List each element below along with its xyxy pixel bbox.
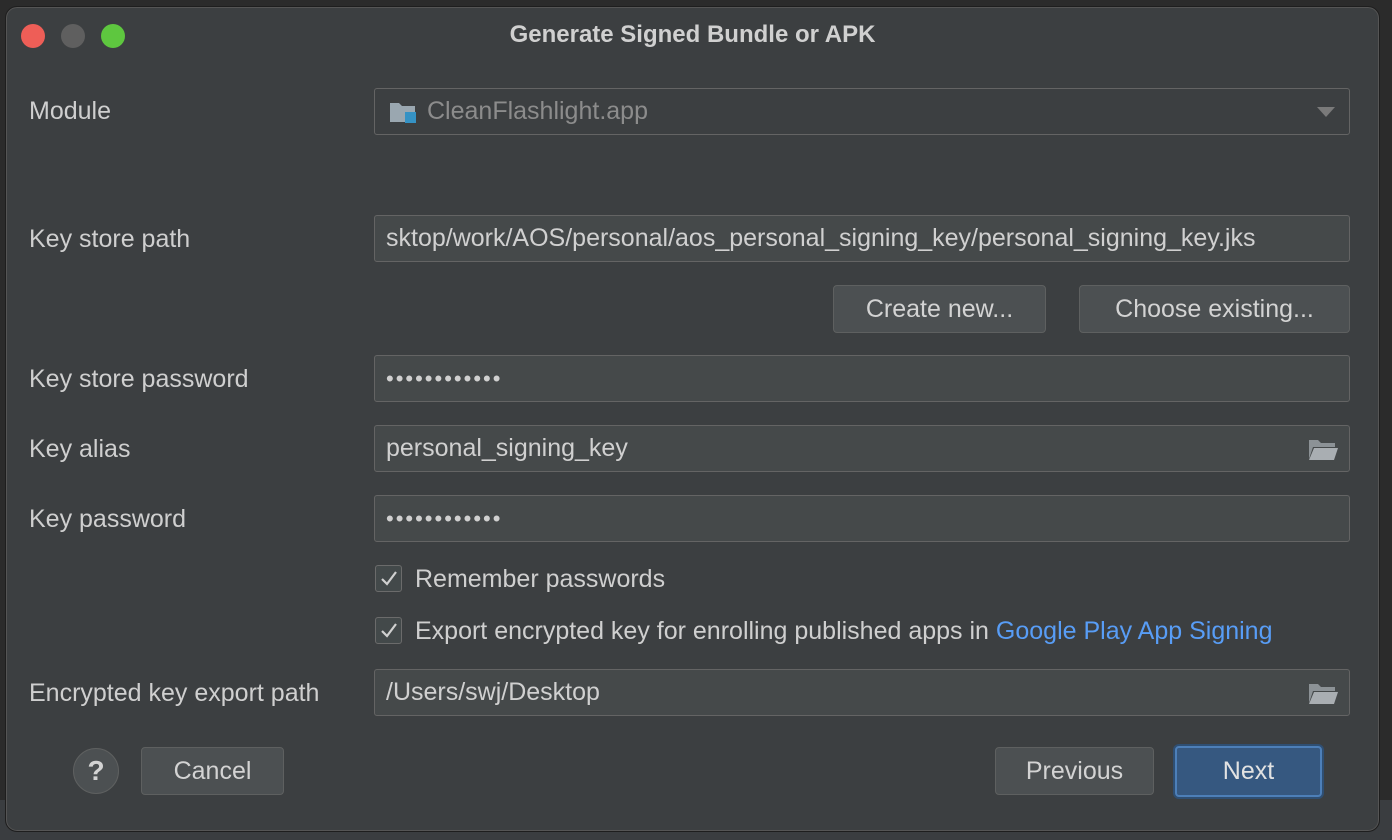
export-path-value: /Users/swj/Desktop [386,678,600,706]
google-play-app-signing-link[interactable]: Google Play App Signing [996,617,1273,645]
checkmark-icon [381,571,397,586]
module-label: Module [29,97,111,125]
key-password-label: Key password [29,505,187,533]
keystore-password-value: •••••••••••• [386,366,503,391]
folder-open-icon[interactable] [1307,680,1339,706]
keystore-password-input[interactable]: •••••••••••• [374,355,1350,402]
module-folder-icon [390,103,416,123]
chevron-down-icon [1317,107,1335,117]
remember-passwords-checkbox[interactable] [375,565,402,592]
module-value: CleanFlashlight.app [427,97,648,125]
cancel-button[interactable]: Cancel [141,747,284,795]
dialog-title: Generate Signed Bundle or APK [509,21,876,48]
checkmark-icon [381,623,397,638]
keystore-path-input[interactable]: sktop/work/AOS/personal/aos_personal_sig… [374,215,1350,262]
export-encrypted-key-checkbox[interactable] [375,617,402,644]
module-dropdown[interactable]: CleanFlashlight.app [374,88,1350,135]
export-path-label: Encrypted key export path [29,679,320,707]
next-button[interactable]: Next [1175,746,1322,797]
key-alias-input[interactable]: personal_signing_key [374,425,1350,472]
key-alias-value: personal_signing_key [386,434,628,462]
title-bar: Generate Signed Bundle or APK [6,7,1379,61]
help-button[interactable]: ? [73,748,119,794]
export-label-text: Export encrypted key for enrolling publi… [415,617,996,645]
key-password-input[interactable]: •••••••••••• [374,495,1350,542]
keystore-path-value: sktop/work/AOS/personal/aos_personal_sig… [386,224,1256,252]
create-new-button[interactable]: Create new... [833,285,1046,333]
key-password-value: •••••••••••• [386,506,503,531]
keystore-path-label: Key store path [29,225,191,253]
remember-passwords-label[interactable]: Remember passwords [415,565,665,594]
key-alias-label: Key alias [29,435,131,463]
export-encrypted-key-label[interactable]: Export encrypted key for enrolling publi… [415,617,1273,646]
keystore-password-label: Key store password [29,365,249,393]
export-path-input[interactable]: /Users/swj/Desktop [374,669,1350,716]
previous-button[interactable]: Previous [995,747,1154,795]
folder-open-icon[interactable] [1307,436,1339,462]
signed-bundle-dialog: Generate Signed Bundle or APK Module Cle… [5,6,1380,832]
choose-existing-button[interactable]: Choose existing... [1079,285,1350,333]
